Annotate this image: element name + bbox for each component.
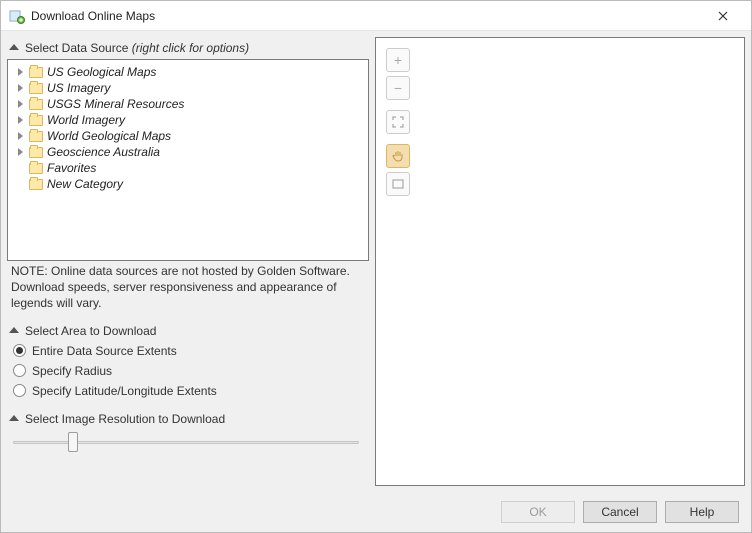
expander-icon[interactable] — [18, 116, 23, 124]
cancel-button[interactable]: Cancel — [583, 501, 657, 523]
radio-label: Specify Radius — [32, 364, 112, 378]
tree-item[interactable]: World Geological Maps — [14, 128, 362, 144]
tree-item-label: Favorites — [47, 160, 96, 176]
expander-icon[interactable] — [18, 148, 23, 156]
tree-item-label: US Imagery — [47, 80, 110, 96]
source-title: Select Data Source (right click for opti… — [25, 41, 249, 55]
resolution-section: Select Image Resolution to Download — [7, 408, 369, 454]
radio-icon — [13, 344, 26, 357]
area-title: Select Area to Download — [25, 324, 156, 338]
map-controls: + − — [386, 48, 410, 196]
app-icon — [9, 8, 25, 24]
radio-option[interactable]: Specify Latitude/Longitude Extents — [13, 384, 363, 398]
tree-item-label: USGS Mineral Resources — [47, 96, 184, 112]
tree-item[interactable]: US Geological Maps — [14, 64, 362, 80]
data-source-tree[interactable]: US Geological MapsUS ImageryUSGS Mineral… — [7, 59, 369, 261]
tree-item[interactable]: New Category — [14, 176, 362, 192]
radio-label: Entire Data Source Extents — [32, 344, 177, 358]
folder-icon — [29, 83, 43, 94]
zoom-in-button[interactable]: + — [386, 48, 410, 72]
radio-label: Specify Latitude/Longitude Extents — [32, 384, 217, 398]
radio-option[interactable]: Entire Data Source Extents — [13, 344, 363, 358]
note-text: NOTE: Online data sources are not hosted… — [7, 261, 369, 312]
pan-button[interactable] — [386, 144, 410, 168]
hand-icon — [391, 149, 405, 163]
tree-item[interactable]: World Imagery — [14, 112, 362, 128]
plus-icon: + — [394, 52, 402, 68]
tree-item-label: World Imagery — [47, 112, 125, 128]
chevron-up-icon — [9, 44, 19, 50]
dialog-window: Download Online Maps Select Data Source … — [0, 0, 752, 533]
source-header[interactable]: Select Data Source (right click for opti… — [7, 37, 369, 59]
radio-icon — [13, 384, 26, 397]
dialog-footer: OK Cancel Help — [1, 492, 751, 532]
select-extent-button[interactable] — [386, 172, 410, 196]
tree-item-label: Geoscience Australia — [47, 144, 160, 160]
expander-icon[interactable] — [18, 100, 23, 108]
folder-icon — [29, 163, 43, 174]
folder-icon — [29, 147, 43, 158]
minus-icon: − — [394, 80, 402, 96]
chevron-up-icon — [9, 327, 19, 333]
folder-icon — [29, 67, 43, 78]
expander-icon[interactable] — [18, 84, 23, 92]
folder-icon — [29, 179, 43, 190]
tree-item-label: US Geological Maps — [47, 64, 156, 80]
tree-item[interactable]: US Imagery — [14, 80, 362, 96]
expand-icon — [392, 116, 404, 128]
tree-item-label: World Geological Maps — [47, 128, 171, 144]
expander-icon[interactable] — [18, 68, 23, 76]
folder-icon — [29, 99, 43, 110]
titlebar: Download Online Maps — [1, 1, 751, 31]
window-title: Download Online Maps — [31, 9, 703, 23]
slider-track-line — [13, 441, 359, 444]
close-button[interactable] — [703, 2, 743, 30]
ok-button[interactable]: OK — [501, 501, 575, 523]
area-section: Select Area to Download Entire Data Sour… — [7, 320, 369, 400]
tree-item[interactable]: Favorites — [14, 160, 362, 176]
close-icon — [718, 11, 728, 21]
expander-icon[interactable] — [18, 132, 23, 140]
resolution-slider-wrap — [7, 430, 369, 454]
resolution-header[interactable]: Select Image Resolution to Download — [7, 408, 369, 430]
radio-option[interactable]: Specify Radius — [13, 364, 363, 378]
resolution-slider[interactable] — [13, 430, 359, 454]
tree-item[interactable]: Geoscience Australia — [14, 144, 362, 160]
radio-icon — [13, 364, 26, 377]
tree-item[interactable]: USGS Mineral Resources — [14, 96, 362, 112]
area-header[interactable]: Select Area to Download — [7, 320, 369, 342]
map-preview[interactable]: + − — [375, 37, 745, 486]
rectangle-icon — [392, 179, 404, 189]
chevron-up-icon — [9, 415, 19, 421]
dialog-body: Select Data Source (right click for opti… — [1, 31, 751, 492]
left-panel: Select Data Source (right click for opti… — [7, 37, 369, 486]
folder-icon — [29, 131, 43, 142]
slider-thumb[interactable] — [68, 432, 78, 452]
help-button[interactable]: Help — [665, 501, 739, 523]
zoom-extents-button[interactable] — [386, 110, 410, 134]
tree-item-label: New Category — [47, 176, 123, 192]
zoom-out-button[interactable]: − — [386, 76, 410, 100]
source-section: Select Data Source (right click for opti… — [7, 37, 369, 312]
area-radio-group: Entire Data Source Extents Specify Radius… — [7, 342, 369, 400]
resolution-title: Select Image Resolution to Download — [25, 412, 225, 426]
folder-icon — [29, 115, 43, 126]
